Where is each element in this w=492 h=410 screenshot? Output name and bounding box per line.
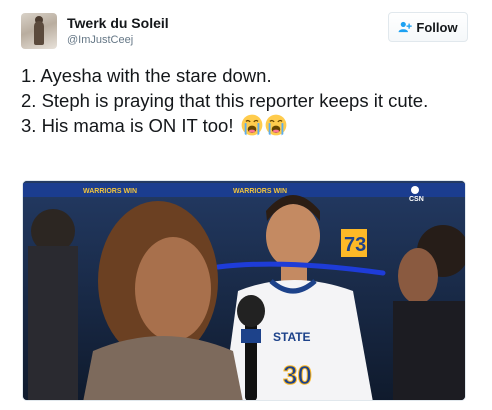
jersey-number: 30 — [283, 360, 312, 390]
crowd-person-right-face — [398, 248, 438, 304]
banner-text: WARRIORS WIN — [83, 188, 137, 195]
microphone-head — [237, 295, 265, 327]
reporter-body — [83, 336, 243, 400]
network-label: CSN — [409, 196, 424, 203]
crowd-person-left-body — [28, 246, 78, 400]
crowd-person-right-body — [393, 301, 465, 400]
avatar-figure-body — [34, 21, 44, 45]
author-handle[interactable]: @ImJustCeej — [67, 34, 133, 46]
author-avatar[interactable] — [21, 13, 57, 49]
tweet-photo[interactable]: WARRIORS WIN WARRIORS WIN 73 STATE 30 CS… — [22, 180, 466, 401]
follow-button[interactable]: Follow — [388, 12, 468, 42]
add-user-icon — [398, 21, 413, 33]
shoulder-number: 73 — [344, 234, 366, 256]
tweet-line-2: 2. Steph is praying that this reporter k… — [21, 90, 429, 111]
follow-label: Follow — [416, 19, 458, 35]
microphone-flag — [241, 329, 261, 343]
author-name[interactable]: Twerk du Soleil — [67, 15, 169, 31]
tweet-line-3: 3. His mama is ON IT too! — [21, 113, 471, 138]
tweet-line-3-text: 3. His mama is ON IT too! — [21, 115, 234, 136]
tweet-photo-illustration: WARRIORS WIN WARRIORS WIN 73 STATE 30 CS… — [23, 181, 465, 400]
tweet-line-1: 1. Ayesha with the stare down. — [21, 65, 272, 86]
network-logo-icon — [411, 186, 419, 194]
jersey-text: STATE — [273, 330, 311, 344]
loudly-crying-face-emoji-icon — [265, 114, 286, 136]
loudly-crying-face-emoji-icon — [241, 114, 262, 136]
banner-text-right: WARRIORS WIN — [233, 188, 287, 195]
player-face — [266, 204, 320, 268]
reporter-face — [135, 237, 211, 341]
tweet-text: 1. Ayesha with the stare down. 2. Steph … — [21, 63, 471, 138]
